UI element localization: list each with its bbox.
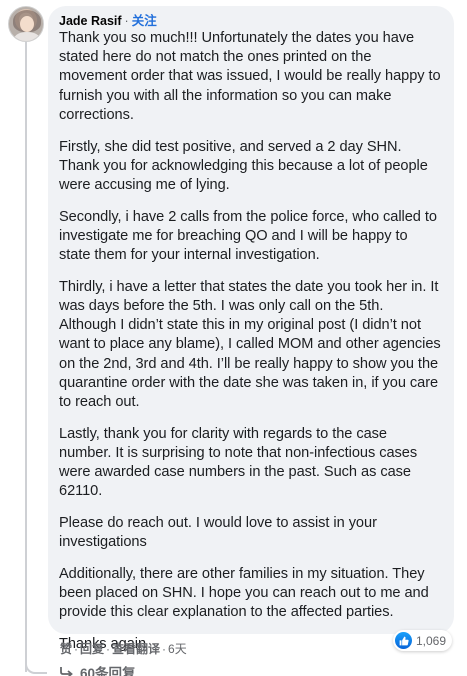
comment-header: Jade Rasif · 关注: [59, 13, 442, 29]
comment-actions: 赞 · 回复 · 查看翻译 · 6天: [60, 640, 187, 657]
comment-paragraph: Firstly, she did test positive, and serv…: [59, 138, 428, 193]
comment-paragraph: Thank you so much!!! Unfortunately the d…: [59, 30, 441, 123]
avatar-body: [14, 32, 40, 41]
replies-label: 60条回复: [80, 666, 136, 676]
header-separator: ·: [124, 14, 129, 28]
reaction-count: 1,069: [416, 633, 447, 648]
comment-paragraph: Additionally, there are other families i…: [59, 565, 429, 621]
thread-connector: [25, 656, 47, 674]
thread-line: [25, 42, 27, 672]
reaction-summary[interactable]: 1,069: [393, 630, 453, 651]
author-name[interactable]: Jade Rasif: [59, 14, 122, 28]
comment-timestamp[interactable]: 6天: [168, 642, 187, 656]
comment-paragraph: Secondly, i have 2 calls from the police…: [59, 208, 437, 264]
view-replies-button[interactable]: 60条回复: [60, 662, 136, 676]
reply-button[interactable]: 回复: [80, 642, 104, 656]
like-button[interactable]: 赞: [60, 642, 72, 656]
follow-button[interactable]: 关注: [132, 14, 157, 28]
comment-bubble: Jade Rasif · 关注 Thank you so much!!! Unfor…: [48, 6, 454, 652]
avatar[interactable]: [8, 6, 44, 42]
translate-button[interactable]: 查看翻译: [112, 642, 160, 656]
action-separator: ·: [74, 642, 79, 656]
like-icon: [395, 632, 412, 649]
action-separator: ·: [106, 642, 111, 656]
comment-paragraph: Lastly, thank you for clarity with regar…: [59, 425, 418, 500]
comment-paragraph: Please do reach out. I would love to ass…: [59, 514, 377, 551]
avatar-face: [20, 16, 34, 32]
comment-paragraph: Thirdly, i have a letter that states the…: [59, 278, 441, 410]
action-separator: ·: [162, 642, 167, 656]
reply-arrow-icon: [60, 667, 73, 676]
